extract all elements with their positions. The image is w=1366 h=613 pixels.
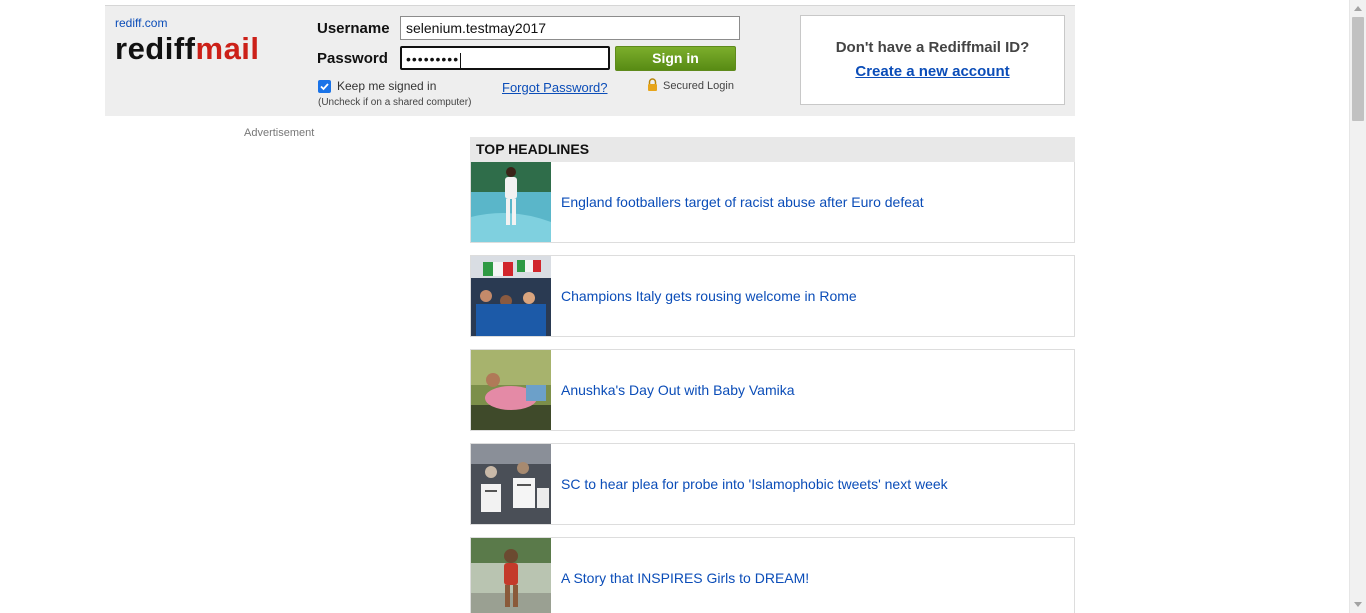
headline-text[interactable]: Anushka's Day Out with Baby Vamika	[561, 382, 795, 398]
text-cursor	[460, 52, 462, 68]
scroll-up-arrow-icon[interactable]	[1350, 0, 1366, 17]
password-input[interactable]: •••••••••	[400, 46, 610, 70]
headline-text[interactable]: A Story that INSPIRES Girls to DREAM!	[561, 570, 809, 586]
protest-placards-photo[interactable]	[471, 444, 551, 524]
headlines-title: TOP HEADLINES	[470, 137, 1075, 162]
signup-box: Don't have a Rediffmail ID? Create a new…	[800, 15, 1065, 105]
keep-signed-in-row: Keep me signed in	[318, 79, 436, 93]
crowd-flags-photo[interactable]	[471, 256, 551, 336]
lock-icon	[647, 78, 658, 94]
vertical-scrollbar[interactable]	[1349, 0, 1366, 613]
rediff-home-link[interactable]: rediff.com	[115, 16, 167, 30]
person-lying-photo[interactable]	[471, 350, 551, 430]
logo-text-mail: mail	[195, 31, 260, 66]
sign-in-button[interactable]: Sign in	[615, 46, 736, 71]
username-label: Username	[317, 20, 390, 37]
headline-item[interactable]: Anushka's Day Out with Baby Vamika	[470, 349, 1075, 431]
checkmark-icon	[320, 82, 329, 90]
headline-item[interactable]: SC to hear plea for probe into 'Islamoph…	[470, 443, 1075, 525]
headline-item[interactable]: England footballers target of racist abu…	[470, 162, 1075, 243]
login-header: rediff.com rediffmail Username selenium.…	[105, 5, 1075, 116]
keep-signed-in-label[interactable]: Keep me signed in	[337, 79, 436, 93]
headline-item[interactable]: A Story that INSPIRES Girls to DREAM!	[470, 537, 1075, 613]
advertisement-label: Advertisement	[244, 127, 315, 139]
headline-item[interactable]: Champions Italy gets rousing welcome in …	[470, 255, 1075, 337]
page: rediff.com rediffmail Username selenium.…	[0, 0, 1366, 613]
logo-text-rediff: rediff	[115, 31, 196, 66]
top-headlines: TOP HEADLINES England footballers target…	[470, 137, 1075, 613]
create-account-link[interactable]: Create a new account	[855, 63, 1009, 80]
keep-signed-in-checkbox[interactable]	[318, 79, 331, 93]
footballer-photo[interactable]	[471, 162, 551, 242]
headline-text[interactable]: England footballers target of racist abu…	[561, 194, 924, 210]
username-input[interactable]: selenium.testmay2017	[400, 16, 740, 40]
rediffmail-logo[interactable]: rediffmail	[115, 29, 260, 69]
girl-skater-photo[interactable]	[471, 538, 551, 613]
scroll-down-arrow-icon[interactable]	[1350, 596, 1366, 613]
password-masked-value: •••••••••	[406, 51, 460, 67]
keep-signed-in-note: (Uncheck if on a shared computer)	[318, 97, 472, 108]
headline-text[interactable]: SC to hear plea for probe into 'Islamoph…	[561, 476, 948, 492]
headline-text[interactable]: Champions Italy gets rousing welcome in …	[561, 288, 857, 304]
password-label: Password	[317, 50, 388, 67]
signup-question: Don't have a Rediffmail ID?	[835, 39, 1030, 56]
forgot-password-link[interactable]: Forgot Password?	[502, 80, 608, 95]
scrollbar-thumb[interactable]	[1352, 17, 1364, 121]
secured-login-label: Secured Login	[663, 80, 734, 92]
secured-login: Secured Login	[647, 78, 734, 94]
